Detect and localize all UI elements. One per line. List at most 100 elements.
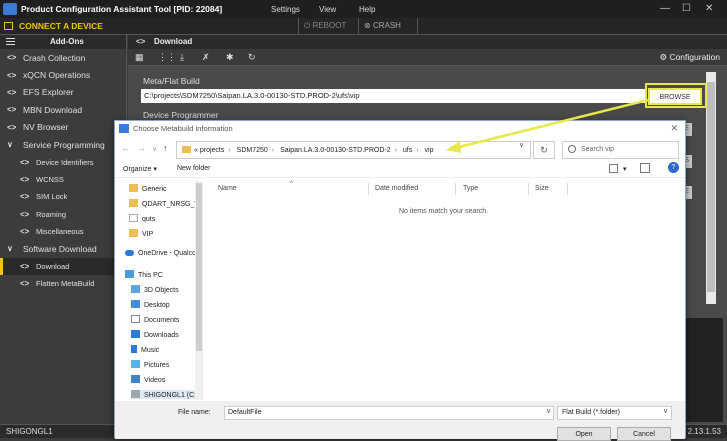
dots-icon[interactable]: ⋮⋮ <box>158 52 176 63</box>
forward-arrow-icon[interactable]: → <box>137 143 146 153</box>
sidebar-item-efs-explorer[interactable]: <> EFS Explorer <box>0 84 126 101</box>
device-programmer-label: Device Programmer <box>143 110 219 120</box>
address-bar[interactable]: « projects › SDM7250 › Saipan.LA.3.0-00130… <box>176 141 531 159</box>
open-button[interactable]: Open <box>557 427 611 441</box>
hamburger-icon[interactable] <box>6 38 15 45</box>
nav-item-generic[interactable]: Generic <box>129 184 167 193</box>
menu-settings[interactable]: Settings <box>271 5 309 14</box>
cloud-icon <box>125 250 134 256</box>
nav-item-drive-c[interactable]: SHIGONGL1 (C:) <box>131 390 199 399</box>
search-box[interactable]: Search vip <box>562 141 679 159</box>
nav-scroll-thumb[interactable] <box>196 183 202 351</box>
log-panel <box>681 318 723 422</box>
column-date-modified[interactable]: Date modified <box>375 185 418 192</box>
nav-item-quts[interactable]: quts <box>129 214 155 223</box>
status-user: SHIGONGL1 <box>6 427 53 436</box>
sidebar: Add-Ons <> Crash Collection <> xQCN Operat… <box>0 35 127 424</box>
sidebar-item-mbn-download[interactable]: <> MBN Download <box>0 101 126 118</box>
back-arrow-icon[interactable]: ← <box>121 143 130 153</box>
chevron-right-icon: › <box>394 147 397 154</box>
sidebar-item-sim-lock[interactable]: <> SIM Lock <box>0 188 126 205</box>
scroll-thumb[interactable] <box>707 82 715 292</box>
nav-item-videos[interactable]: Videos <box>131 375 165 384</box>
crash-button[interactable]: ⊗ CRASH <box>358 18 418 35</box>
reboot-button[interactable]: ⏻ REBOOT <box>298 18 356 35</box>
new-folder-button[interactable]: New folder <box>177 165 210 172</box>
chevron-right-icon: › <box>228 147 231 154</box>
sidebar-item-miscellaneous[interactable]: <> Miscellaneous <box>0 223 126 240</box>
file-name-dropdown-icon[interactable]: ∨ <box>546 407 551 415</box>
minimize-button[interactable]: — <box>660 3 670 14</box>
sidebar-item-xqcn-operations[interactable]: <> xQCN Operations <box>0 66 126 83</box>
address-dropdown-icon[interactable]: ∨ <box>519 141 524 149</box>
cancel-button[interactable]: Cancel <box>617 427 671 441</box>
nav-item-label: OneDrive - Qualco <box>138 250 196 257</box>
sidebar-item-label: WCNSS <box>36 174 64 184</box>
column-size[interactable]: Size <box>535 185 549 192</box>
organize-button[interactable]: Organize ▾ <box>123 165 157 173</box>
address-segment-vip[interactable]: vip <box>425 147 434 154</box>
nav-item-label: Downloads <box>144 332 179 339</box>
meta-build-path-input[interactable]: C:\projects\SDM7250\Saipan.LA.3.0-00130-… <box>141 89 646 103</box>
help-icon[interactable]: ? <box>668 162 679 173</box>
nav-scrollbar[interactable] <box>195 181 203 400</box>
column-name[interactable]: Name <box>218 185 237 192</box>
file-type-select[interactable]: Flat Build (*.folder) <box>557 406 672 420</box>
recent-chevron-icon[interactable]: ∨ <box>152 145 157 153</box>
nav-item-qdart[interactable]: QDART_NRSG_W <box>129 199 201 208</box>
nav-item-documents[interactable]: Documents <box>131 315 179 324</box>
sidebar-item-flatten-metabuild[interactable]: <> Flatten MetaBuild <box>0 275 126 292</box>
empty-message: No items match your search. <box>399 208 489 215</box>
download-icon[interactable]: ⤓ <box>180 52 184 63</box>
sidebar-item-device-identifiers[interactable]: <> Device Identifiers <box>0 153 126 170</box>
connect-device-button[interactable]: CONNECT A DEVICE <box>4 21 103 31</box>
sidebar-item-label: MBN Download <box>23 104 83 115</box>
nav-item-vip[interactable]: VIP <box>129 229 153 238</box>
address-segment-ufs[interactable]: ufs <box>403 147 412 154</box>
menu-help[interactable]: Help <box>359 5 397 14</box>
sidebar-item-crash-collection[interactable]: <> Crash Collection <box>0 49 126 66</box>
file-type-dropdown-icon[interactable]: ∨ <box>663 407 668 415</box>
nav-item-music[interactable]: Music <box>131 345 159 354</box>
nav-item-3d-objects[interactable]: 3D Objects <box>131 285 179 294</box>
view-dropdown-icon[interactable]: ▾ <box>623 165 627 173</box>
folder-icon <box>129 199 138 207</box>
nav-item-desktop[interactable]: Desktop <box>131 300 170 309</box>
nav-item-downloads[interactable]: Downloads <box>131 330 179 339</box>
download-icon <box>131 330 140 338</box>
settings-small-icon[interactable]: ✱ <box>226 52 234 63</box>
sidebar-item-roaming[interactable]: <> Roaming <box>0 206 126 223</box>
configuration-button[interactable]: ⚙ Configuration <box>659 52 720 63</box>
navigation-pane: Generic QDART_NRSG_W quts VIP OneDrive -… <box>115 178 205 400</box>
preview-pane-icon[interactable] <box>640 163 650 173</box>
file-name-input[interactable]: DefaultFile <box>224 406 554 420</box>
address-segment-saipan[interactable]: Saipan.LA.3.0-00130-STD.PROD-2 <box>280 147 391 154</box>
tools-icon[interactable]: ✗ <box>202 52 210 63</box>
view-options-icon[interactable] <box>609 164 618 173</box>
refresh-icon[interactable]: ↻ <box>248 52 256 63</box>
code-icon: <> <box>7 53 17 63</box>
address-segment-sdm7250[interactable]: SDM7250 <box>237 147 268 154</box>
nav-item-this-pc[interactable]: This PC <box>125 270 163 279</box>
maximize-button[interactable]: ☐ <box>682 3 691 14</box>
main-scrollbar[interactable] <box>706 72 716 304</box>
dialog-footer: File name: DefaultFile ∨ Flat Build (*.f… <box>115 401 685 441</box>
nav-item-onedrive[interactable]: OneDrive - Qualco <box>125 250 196 257</box>
dialog-title-bar: Choose Metabuild information ✕ <box>115 121 685 137</box>
up-arrow-icon[interactable]: ↑ <box>163 143 168 153</box>
sidebar-group-service-programming[interactable]: ∨ Service Programming <box>0 136 126 153</box>
close-button[interactable]: ✕ <box>705 3 713 14</box>
dialog-close-icon[interactable]: ✕ <box>670 123 678 134</box>
column-type[interactable]: Type <box>463 185 478 192</box>
menu-view[interactable]: View <box>319 5 349 14</box>
refresh-button[interactable]: ↻ <box>533 141 555 159</box>
address-segment-projects[interactable]: projects <box>200 147 225 154</box>
sidebar-item-wcnss[interactable]: <> WCNSS <box>0 171 126 188</box>
sidebar-item-nv-browser[interactable]: <> NV Browser <box>0 119 126 136</box>
refresh-icon: ↻ <box>540 145 548 155</box>
sidebar-item-label: Crash Collection <box>23 52 86 63</box>
grid-icon[interactable]: ▦ <box>135 52 144 63</box>
sidebar-item-download[interactable]: <> Download <box>0 257 126 276</box>
nav-item-pictures[interactable]: Pictures <box>131 360 169 369</box>
sidebar-group-software-download[interactable]: ∨ Software Download <box>0 240 126 257</box>
